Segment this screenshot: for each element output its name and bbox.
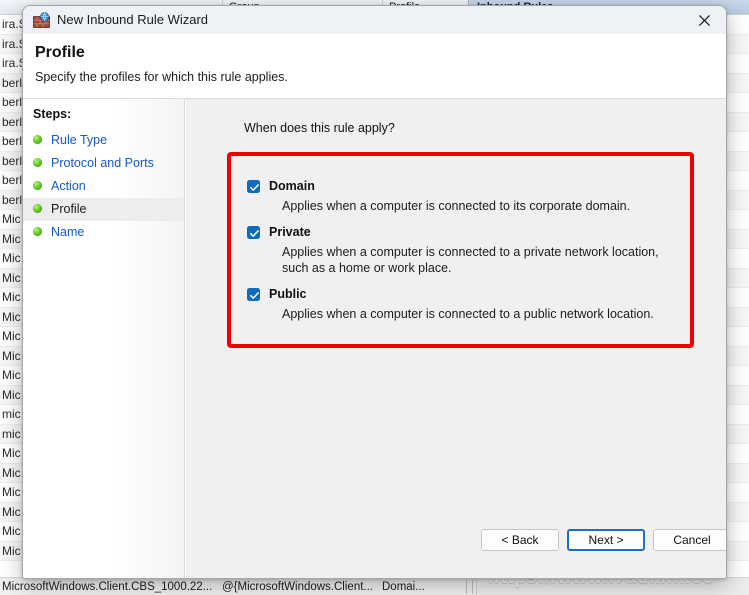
profile-option-label[interactable]: Domain (269, 178, 315, 195)
dialog-title-bar[interactable]: New Inbound Rule Wizard (23, 6, 726, 35)
status-divider (466, 580, 467, 594)
step-label: Name (51, 225, 85, 240)
page-title: Profile (35, 44, 85, 61)
step-label: Protocol and Ports (51, 156, 154, 171)
profile-option-description: Applies when a computer is connected to … (282, 307, 654, 321)
dialog-title: New Inbound Rule Wizard (57, 12, 209, 27)
check-icon (250, 292, 259, 299)
new-inbound-rule-wizard-dialog: New Inbound Rule Wizard Profile Specify … (22, 5, 727, 579)
status-profile-cell: Domai... (382, 581, 425, 593)
step-label: Profile (51, 202, 87, 217)
close-icon[interactable] (682, 6, 726, 34)
firewall-globe-icon (33, 12, 50, 29)
content-pane: When does this rule apply? Domain Applies… (186, 99, 726, 578)
step-item-profile[interactable]: Profile (23, 198, 184, 221)
step-bullet-icon (33, 227, 42, 237)
steps-heading: Steps: (33, 107, 72, 121)
status-divider (472, 580, 473, 594)
steps-sidebar: Steps: Rule Type Protocol and Ports Action… (23, 99, 185, 578)
dialog-header: Profile Specify the profiles for which t… (23, 34, 726, 99)
checkbox-domain[interactable] (247, 180, 260, 193)
profile-option-row: Public (247, 286, 676, 306)
screen: Group Profile Inbound Rules ira.Sira.Sir… (0, 0, 749, 595)
step-item-name[interactable]: Name (23, 221, 184, 244)
profile-options-list: Domain Applies when a computer is connect… (231, 156, 690, 344)
step-label: Action (51, 179, 86, 194)
step-bullet-icon (33, 181, 42, 191)
steps-list: Rule Type Protocol and Ports Action Profile… (23, 129, 184, 244)
status-right-pane (476, 578, 749, 595)
step-bullet-icon (33, 158, 42, 168)
step-item-rule-type[interactable]: Rule Type (23, 129, 184, 152)
step-item-protocol-and-ports[interactable]: Protocol and Ports (23, 152, 184, 175)
status-name-cell: MicrosoftWindows.Client.CBS_1000.22... (2, 581, 213, 593)
background-status-bar: MicrosoftWindows.Client.CBS_1000.22... @… (0, 577, 749, 595)
profile-option-label[interactable]: Private (269, 224, 311, 241)
step-item-action[interactable]: Action (23, 175, 184, 198)
profile-option-label[interactable]: Public (269, 286, 307, 303)
profile-option-description: Applies when a computer is connected to … (282, 199, 631, 213)
step-bullet-icon (33, 204, 42, 214)
profile-option-row: Private (247, 224, 676, 244)
back-button[interactable]: < Back (481, 529, 559, 551)
check-icon (250, 230, 259, 237)
dialog-body: Steps: Rule Type Protocol and Ports Action… (23, 99, 726, 578)
cancel-button[interactable]: Cancel (653, 529, 726, 551)
checkbox-private[interactable] (247, 226, 260, 239)
step-bullet-icon (33, 135, 42, 145)
profile-option-description: Applies when a computer is connected to … (282, 245, 659, 275)
profile-option-domain: Domain Applies when a computer is connect… (247, 178, 676, 214)
dialog-footer: < Back Next > Cancel (186, 520, 726, 578)
check-icon (250, 184, 259, 191)
status-group-cell: @{MicrosoftWindows.Client... (222, 581, 373, 593)
next-button[interactable]: Next > (567, 529, 645, 551)
profile-option-private: Private Applies when a computer is connec… (247, 224, 676, 276)
profile-option-public: Public Applies when a computer is connect… (247, 286, 676, 322)
profile-option-row: Domain (247, 178, 676, 198)
profile-highlight-box: Domain Applies when a computer is connect… (227, 152, 694, 348)
page-subtitle: Specify the profiles for which this rule… (35, 70, 288, 84)
question-label: When does this rule apply? (244, 121, 395, 135)
step-label: Rule Type (51, 133, 108, 148)
checkbox-public[interactable] (247, 288, 260, 301)
